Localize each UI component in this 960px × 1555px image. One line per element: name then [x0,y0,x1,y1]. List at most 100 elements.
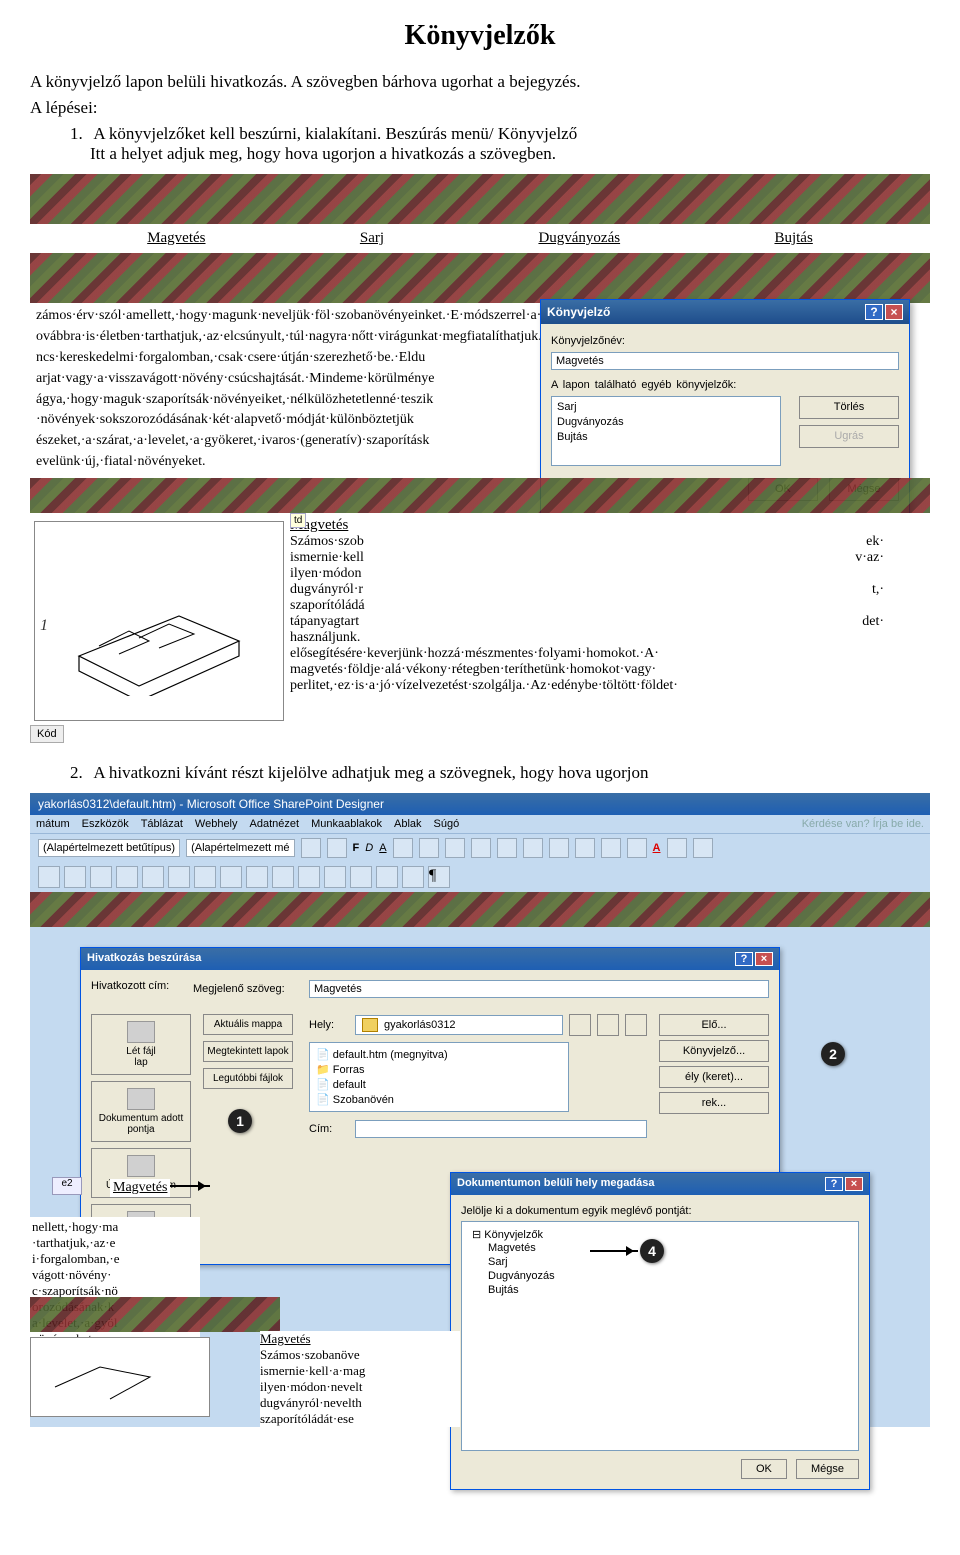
tool-c-icon[interactable] [376,866,398,888]
inner-ok-button[interactable]: OK [741,1459,787,1479]
help-icon[interactable]: ? [825,1177,843,1191]
size-drop[interactable]: (Alapértelmezett mé [186,839,294,857]
link-magvetes[interactable]: Magvetés [147,230,205,247]
tool-d-icon[interactable] [402,866,424,888]
font-color-icon[interactable]: A [653,842,661,854]
step-number-2: 2. [70,763,90,783]
label-other-bookmarks: A lapon található egyéb könyvjelzők: [551,378,899,393]
link-bujtas[interactable]: Bujtás [774,230,812,247]
link-dugvanyozas[interactable]: Dugványozás [538,230,620,247]
tree-bujtas[interactable]: Bujtás [468,1283,852,1297]
display-text-input[interactable] [309,980,769,998]
location-drop[interactable]: gyakorlás0312 [355,1015,563,1035]
close-icon[interactable]: × [845,1177,863,1191]
align-justify-icon[interactable] [471,838,491,858]
sub-viewed-pages[interactable]: Megtekintett lapok [203,1041,293,1062]
cim-input[interactable] [355,1120,647,1138]
label-bookmark-name: Könyvjelzőnév: [551,334,899,349]
pilcrow-icon[interactable]: ¶ [428,866,450,888]
bold-icon[interactable]: F [353,842,360,854]
help-icon[interactable]: ? [865,304,883,320]
tree-dugvanyozas[interactable]: Dugványozás [468,1269,852,1283]
side-btn-keret[interactable]: ély (keret)... [659,1066,769,1088]
callout-1: 1 [228,1109,252,1133]
browse-icon[interactable] [597,1014,619,1036]
new-icon[interactable] [38,866,60,888]
hyperlink-icon[interactable] [350,866,372,888]
nav-doc-point[interactable]: Dokumentum adott pontja [91,1081,191,1142]
print-icon[interactable] [116,866,138,888]
step1-text-a: A könyvjelzőket kell beszúrni, kialakíta… [93,124,577,143]
menu-tablazat[interactable]: Táblázat [141,818,183,830]
callout-4: 4 [640,1239,664,1263]
outdent-icon[interactable] [549,838,569,858]
menu-sugo[interactable]: Súgó [434,818,460,830]
delete-button[interactable]: Törlés [799,396,899,419]
side-btn-ele[interactable]: Elő... [659,1014,769,1036]
up-folder-icon[interactable] [569,1014,591,1036]
tool-b-icon[interactable] [324,866,346,888]
indent-icon[interactable] [575,838,595,858]
menu-eszkozok[interactable]: Eszközök [82,818,129,830]
font-drop[interactable]: (Alapértelmezett betűtípus) [38,839,180,857]
callout-2: 2 [821,1042,845,1066]
inner-cancel-button[interactable]: Mégse [796,1459,859,1479]
inner-label: Jelölje ki a dokumentum egyik meglévő po… [461,1205,859,1217]
close-icon[interactable]: × [755,952,773,966]
table-icon[interactable] [667,838,687,858]
menu-adatnezet[interactable]: Adatnézet [250,818,300,830]
spell-icon[interactable] [168,866,190,888]
highlight-icon[interactable] [627,838,647,858]
sub-recent-files[interactable]: Legutóbbi fájlok [203,1068,293,1089]
menu-ablak[interactable]: Ablak [394,818,422,830]
open-icon[interactable] [64,866,86,888]
align-left-icon[interactable] [393,838,413,858]
step-number-1: 1. [70,124,90,144]
file-forras[interactable]: 📁 Forras [314,1062,564,1077]
help-icon[interactable]: ? [735,952,753,966]
close-icon[interactable]: × [885,304,903,320]
list-numbers-icon[interactable] [523,838,543,858]
formatting-toolbar: (Alapértelmezett betűtípus) (Alapértelme… [30,833,930,862]
tool-a-icon[interactable] [298,866,320,888]
menu-matum[interactable]: mátum [36,818,70,830]
help-search[interactable]: Kérdése van? Írja be ide. [802,818,924,830]
sub-current-folder[interactable]: Aktuális mappa [203,1014,293,1035]
file-list[interactable]: 📄 default.htm (megnyitva) 📁 Forras 📄 def… [309,1042,569,1112]
borders-icon[interactable] [601,838,621,858]
copy-icon[interactable] [220,866,242,888]
side-btn-bookmark[interactable]: Könyvjelző... [659,1040,769,1062]
menu-webhely[interactable]: Webhely [195,818,238,830]
step2-text: A hivatkozni kívánt részt kijelölve adha… [93,763,648,782]
align-right-icon[interactable] [445,838,465,858]
italic-icon[interactable]: D [365,842,373,854]
undo-icon[interactable] [301,838,321,858]
menu-munkaablakok[interactable]: Munkaablakok [311,818,382,830]
file-default-open[interactable]: 📄 default.htm (megnyitva) [314,1047,564,1062]
code-tab[interactable]: Kód [30,725,64,743]
web-browse-icon[interactable] [625,1014,647,1036]
format-painter-icon[interactable] [272,866,294,888]
nav-existing-file[interactable]: Lét fájllap [91,1014,191,1075]
side-btn-rek[interactable]: rek... [659,1092,769,1114]
bottom-text-block: Magvetés Számos·szobanöve ismernie·kell·… [260,1331,460,1427]
redo-icon[interactable] [327,838,347,858]
folder-icon [362,1018,378,1032]
align-center-icon[interactable] [419,838,439,858]
intro-line-2: A lépései: [30,98,930,118]
list-bullets-icon[interactable] [497,838,517,858]
file-szobanoveny[interactable]: 📄 Szobanövén [314,1092,564,1107]
tree-root[interactable]: ⊟ Könyvjelzők [468,1228,852,1241]
cut-icon[interactable] [194,866,216,888]
save-icon[interactable] [90,866,112,888]
bookmark-name-input[interactable] [551,352,899,370]
bookmark-list[interactable]: Sarj Dugványozás Bujtás [551,396,781,466]
step1-text-b: Itt a helyet adjuk meg, hogy hova ugorjo… [90,144,556,163]
grid-icon[interactable] [693,838,713,858]
paste-icon[interactable] [246,866,268,888]
file-default[interactable]: 📄 default [314,1077,564,1092]
underline-icon[interactable]: A [379,842,386,854]
magvetes-text: Magvetés Számos·szobek· ismernie·kellv·a… [284,513,930,721]
link-sarj[interactable]: Sarj [360,230,384,247]
preview-icon[interactable] [142,866,164,888]
